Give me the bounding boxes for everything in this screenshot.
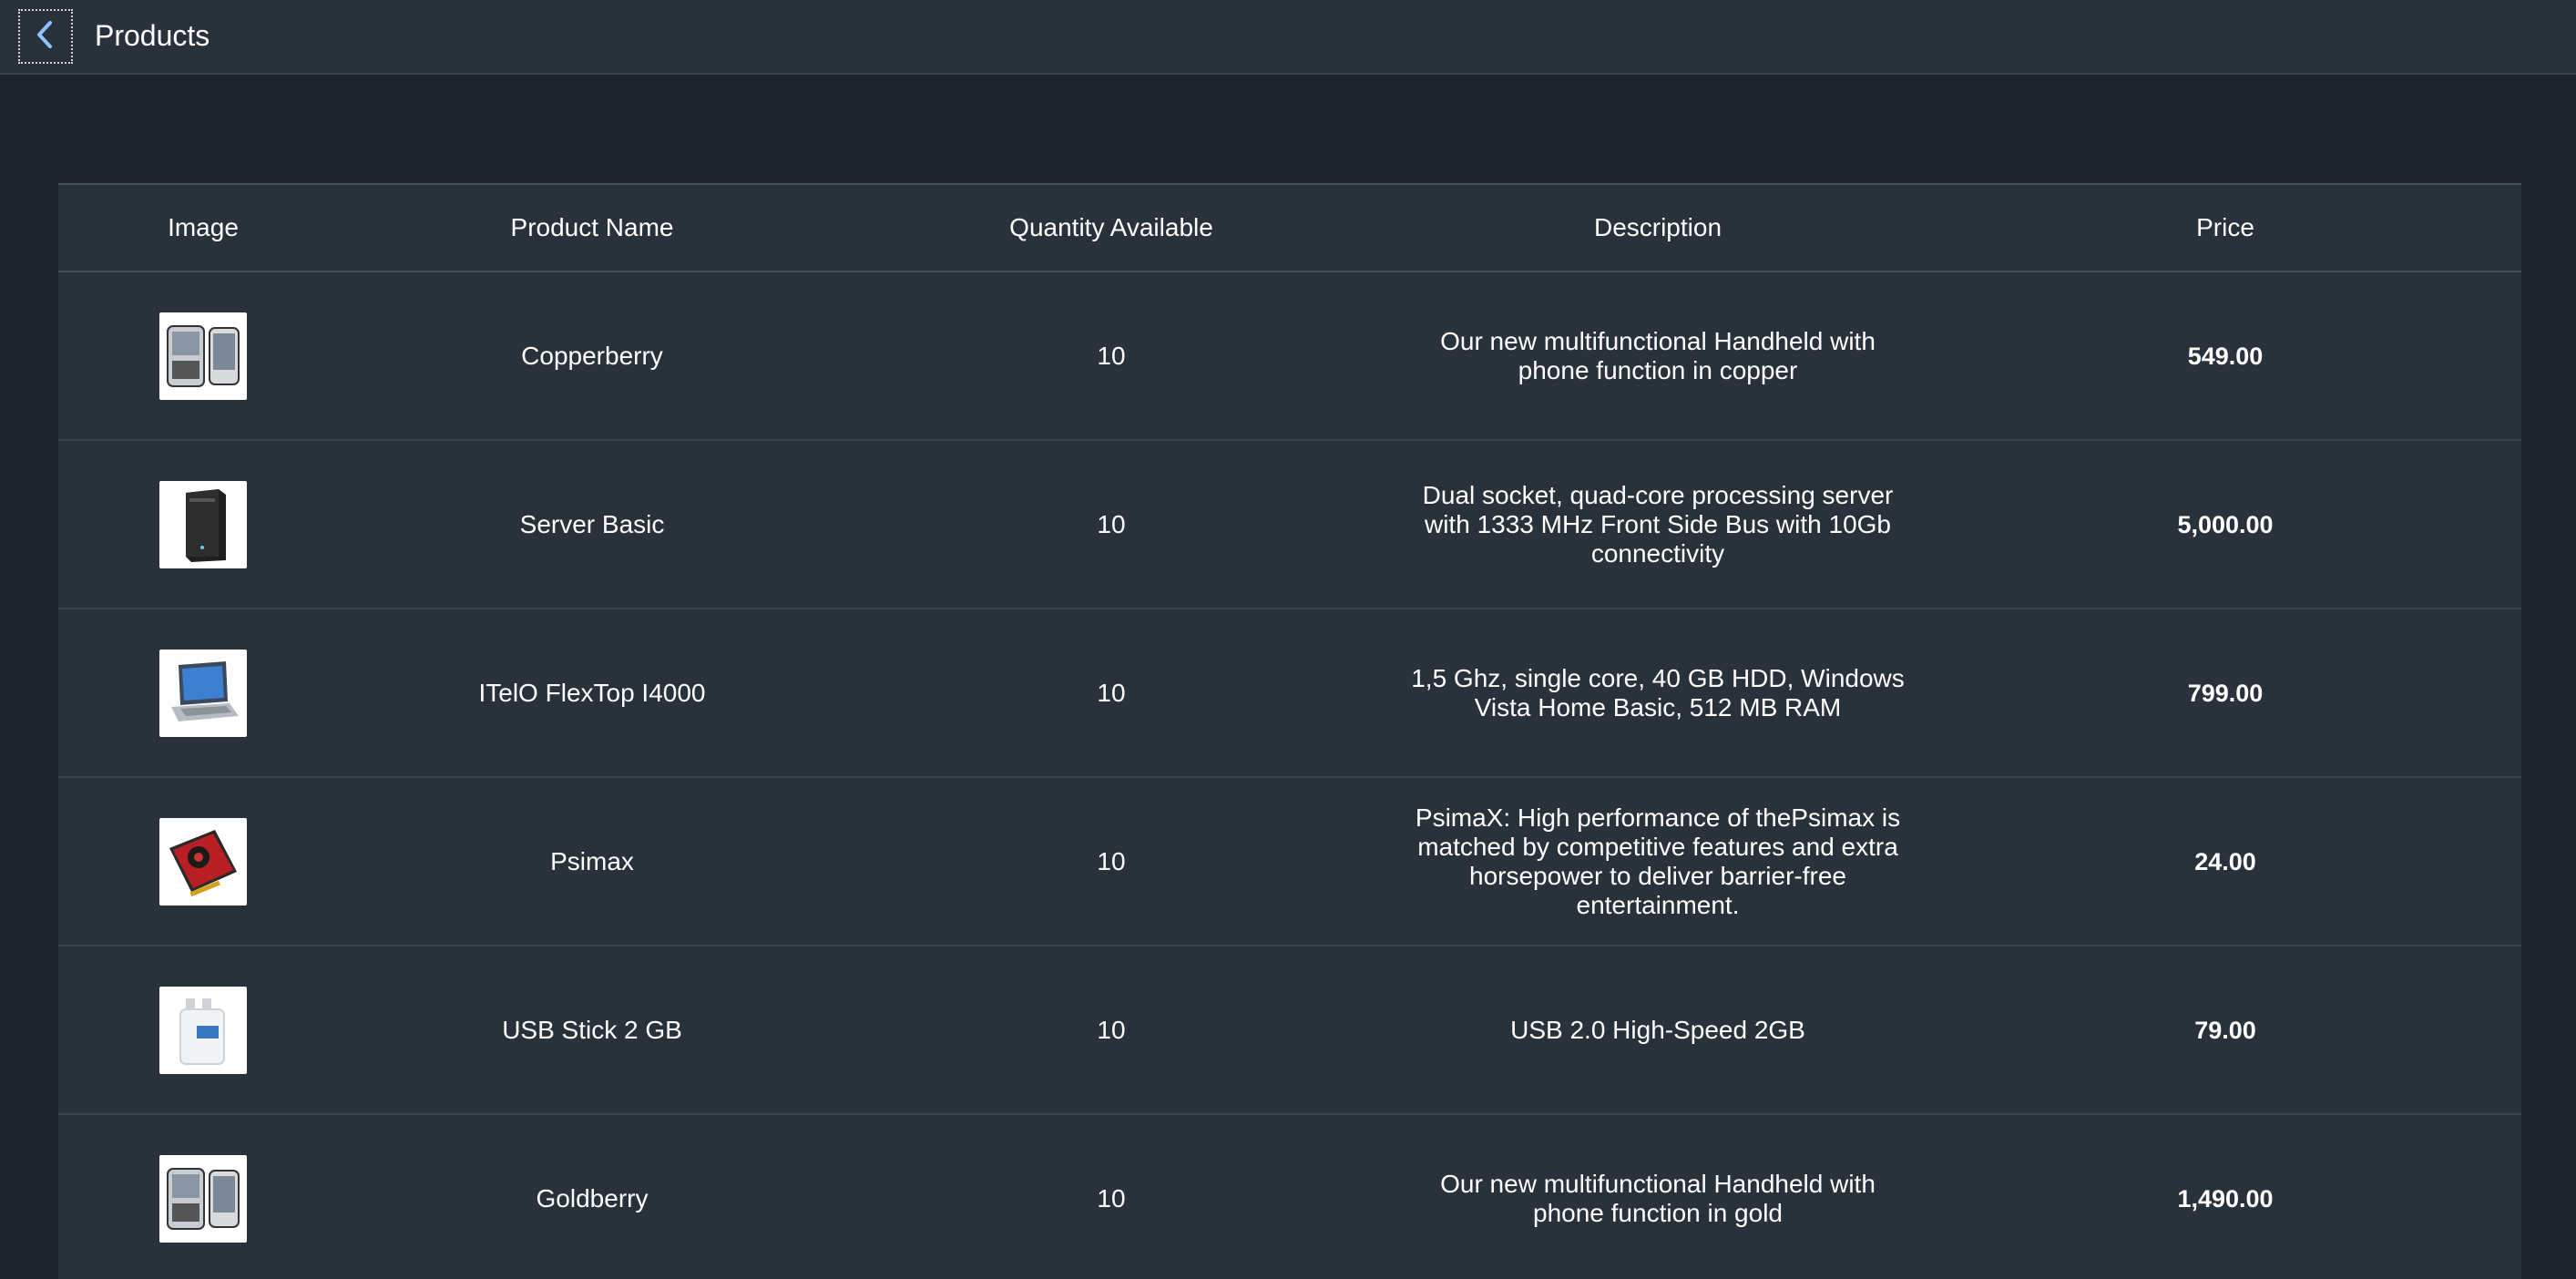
product-price: 799.00 [2187, 679, 2264, 707]
quantity-available: 10 [1097, 1015, 1126, 1044]
product-image-cell [58, 817, 348, 906]
table-row[interactable]: Copperberry 10 Our new multifunctional H… [58, 272, 2521, 441]
product-image-cell [58, 986, 348, 1074]
product-name: USB Stick 2 GB [502, 1015, 682, 1044]
product-image-cell [58, 1154, 348, 1243]
app-window: Products Image Product Name Quantity Ava… [0, 0, 2576, 1279]
product-image-cell [58, 649, 348, 737]
product-price: 549.00 [2187, 342, 2264, 370]
product-price: 5,000.00 [2177, 510, 2274, 538]
product-description: Our new multifunctional Handheld with ph… [1440, 1169, 1876, 1227]
column-header-image[interactable]: Image [58, 213, 348, 242]
product-name: Psimax [550, 846, 634, 875]
product-price: 1,490.00 [2177, 1184, 2274, 1212]
usb-stick-thumbnail [159, 986, 247, 1074]
product-description: USB 2.0 High-Speed 2GB [1510, 1015, 1805, 1044]
product-description: PsimaX: High performance of thePsimax is… [1415, 803, 1901, 919]
table-header-row: Image Product Name Quantity Available De… [58, 185, 2521, 272]
graphics-card-thumbnail [159, 817, 247, 906]
chevron-left-icon [34, 19, 57, 55]
page-header: Products [0, 0, 2576, 75]
product-name: Copperberry [521, 341, 663, 370]
table-row[interactable]: Server Basic 10 Dual socket, quad-core p… [58, 441, 2521, 609]
product-image-cell [58, 480, 348, 568]
column-header-quantity[interactable]: Quantity Available [836, 213, 1386, 242]
table-row[interactable]: ITelO FlexTop I4000 10 1,5 Ghz, single c… [58, 609, 2521, 778]
quantity-available: 10 [1097, 678, 1126, 707]
quantity-available: 10 [1097, 1183, 1126, 1212]
phone-thumbnail [159, 1154, 247, 1243]
products-table: Image Product Name Quantity Available De… [58, 183, 2521, 1279]
product-price: 79.00 [2194, 1016, 2256, 1044]
laptop-thumbnail [159, 649, 247, 737]
product-name: ITelO FlexTop I4000 [478, 678, 706, 707]
server-tower-thumbnail [159, 480, 247, 568]
quantity-available: 10 [1097, 846, 1126, 875]
product-description: 1,5 Ghz, single core, 40 GB HDD, Windows… [1411, 663, 1905, 721]
column-header-price[interactable]: Price [1929, 213, 2521, 242]
table-row[interactable]: USB Stick 2 GB 10 USB 2.0 High-Speed 2GB… [58, 946, 2521, 1115]
product-name: Goldberry [536, 1183, 649, 1212]
table-row[interactable]: Goldberry 10 Our new multifunctional Han… [58, 1115, 2521, 1279]
back-button[interactable] [18, 9, 73, 64]
product-image-cell [58, 312, 348, 400]
column-header-description[interactable]: Description [1386, 213, 1929, 242]
product-description: Our new multifunctional Handheld with ph… [1440, 326, 1876, 384]
phone-thumbnail [159, 312, 247, 400]
product-description: Dual socket, quad-core processing server… [1422, 480, 1894, 568]
product-price: 24.00 [2194, 847, 2256, 875]
quantity-available: 10 [1097, 341, 1126, 370]
table-row[interactable]: Psimax 10 PsimaX: High performance of th… [58, 778, 2521, 946]
page-title: Products [95, 19, 210, 52]
column-header-product-name[interactable]: Product Name [348, 213, 836, 242]
product-name: Server Basic [519, 509, 665, 538]
quantity-available: 10 [1097, 509, 1126, 538]
